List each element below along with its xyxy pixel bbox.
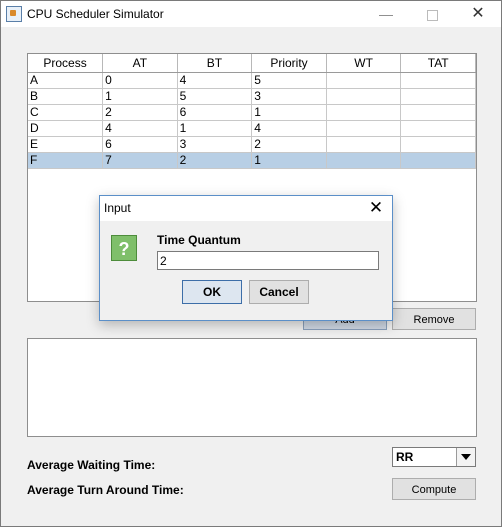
cell[interactable]	[326, 152, 402, 169]
maximize-icon	[426, 9, 438, 21]
cell[interactable]: 1	[102, 88, 178, 105]
col-at[interactable]: AT	[102, 54, 178, 73]
window-title: CPU Scheduler Simulator	[27, 7, 164, 21]
cell[interactable]: 1	[251, 152, 327, 169]
cell[interactable]	[400, 136, 476, 153]
cell[interactable]: 1	[251, 104, 327, 121]
cell[interactable]: B	[28, 88, 104, 105]
close-icon[interactable]: ✕	[364, 197, 388, 219]
cell[interactable]: 0	[102, 72, 178, 89]
col-priority[interactable]: Priority	[251, 54, 327, 73]
table-row[interactable]: C 2 6 1	[28, 104, 476, 121]
cell[interactable]: 5	[251, 72, 327, 89]
cell[interactable]: 3	[251, 88, 327, 105]
close-button[interactable]: ✕	[455, 1, 501, 27]
minimize-button[interactable]: —	[363, 1, 409, 27]
cell[interactable]	[326, 88, 402, 105]
cell[interactable]	[400, 88, 476, 105]
cell[interactable]	[326, 120, 402, 137]
maximize-button[interactable]	[409, 1, 455, 27]
question-icon: ?	[111, 235, 137, 261]
table-row[interactable]: E 6 3 2	[28, 136, 476, 153]
cell[interactable]: 7	[102, 152, 178, 169]
table-row-selected[interactable]: F 7 2 1	[28, 152, 476, 169]
input-dialog: Input ✕ ? Time Quantum OK Cancel	[99, 195, 393, 321]
cell[interactable]	[326, 104, 402, 121]
cell[interactable]: 6	[102, 136, 178, 153]
time-quantum-label: Time Quantum	[157, 233, 241, 247]
cell[interactable]: 4	[177, 72, 253, 89]
cell[interactable]	[400, 152, 476, 169]
cell[interactable]	[326, 136, 402, 153]
dialog-title-bar: Input ✕	[100, 196, 392, 221]
cell[interactable]: 4	[102, 120, 178, 137]
table-header: Process AT BT Priority WT TAT	[28, 54, 476, 73]
compute-button[interactable]: Compute	[392, 478, 476, 500]
cell[interactable]: E	[28, 136, 104, 153]
col-process[interactable]: Process	[28, 54, 104, 73]
cell[interactable]	[400, 104, 476, 121]
cell[interactable]: 5	[177, 88, 253, 105]
col-bt[interactable]: BT	[177, 54, 253, 73]
col-wt[interactable]: WT	[326, 54, 402, 73]
cell[interactable]: 2	[102, 104, 178, 121]
avg-turnaround-time-label: Average Turn Around Time:	[27, 483, 184, 497]
cell[interactable]	[326, 72, 402, 89]
chevron-down-icon[interactable]	[456, 448, 475, 466]
cell[interactable]: 2	[177, 152, 253, 169]
remove-button[interactable]: Remove	[392, 308, 476, 330]
algorithm-selected-value: RR	[396, 450, 414, 464]
cell[interactable]: F	[28, 152, 104, 169]
main-window: CPU Scheduler Simulator — ✕ Process AT B…	[0, 0, 502, 527]
time-quantum-input[interactable]	[157, 251, 379, 270]
java-app-icon	[6, 6, 22, 22]
cell[interactable]: 3	[177, 136, 253, 153]
cell[interactable]: C	[28, 104, 104, 121]
output-area[interactable]	[27, 338, 477, 437]
table-row[interactable]: D 4 1 4	[28, 120, 476, 137]
table-row[interactable]: A 0 4 5	[28, 72, 476, 89]
avg-waiting-time-label: Average Waiting Time:	[27, 458, 156, 472]
algorithm-select[interactable]: RR	[392, 447, 476, 467]
col-tat[interactable]: TAT	[400, 54, 476, 73]
title-bar: CPU Scheduler Simulator — ✕	[1, 1, 501, 27]
ok-button[interactable]: OK	[182, 280, 242, 304]
cell[interactable]: 1	[177, 120, 253, 137]
cell[interactable]: A	[28, 72, 104, 89]
cancel-button[interactable]: Cancel	[249, 280, 309, 304]
dialog-title: Input	[104, 201, 131, 215]
cell[interactable]	[400, 120, 476, 137]
table-row[interactable]: B 1 5 3	[28, 88, 476, 105]
cell[interactable]	[400, 72, 476, 89]
cell[interactable]: 4	[251, 120, 327, 137]
cell[interactable]: 2	[251, 136, 327, 153]
cell[interactable]: 6	[177, 104, 253, 121]
cell[interactable]: D	[28, 120, 104, 137]
